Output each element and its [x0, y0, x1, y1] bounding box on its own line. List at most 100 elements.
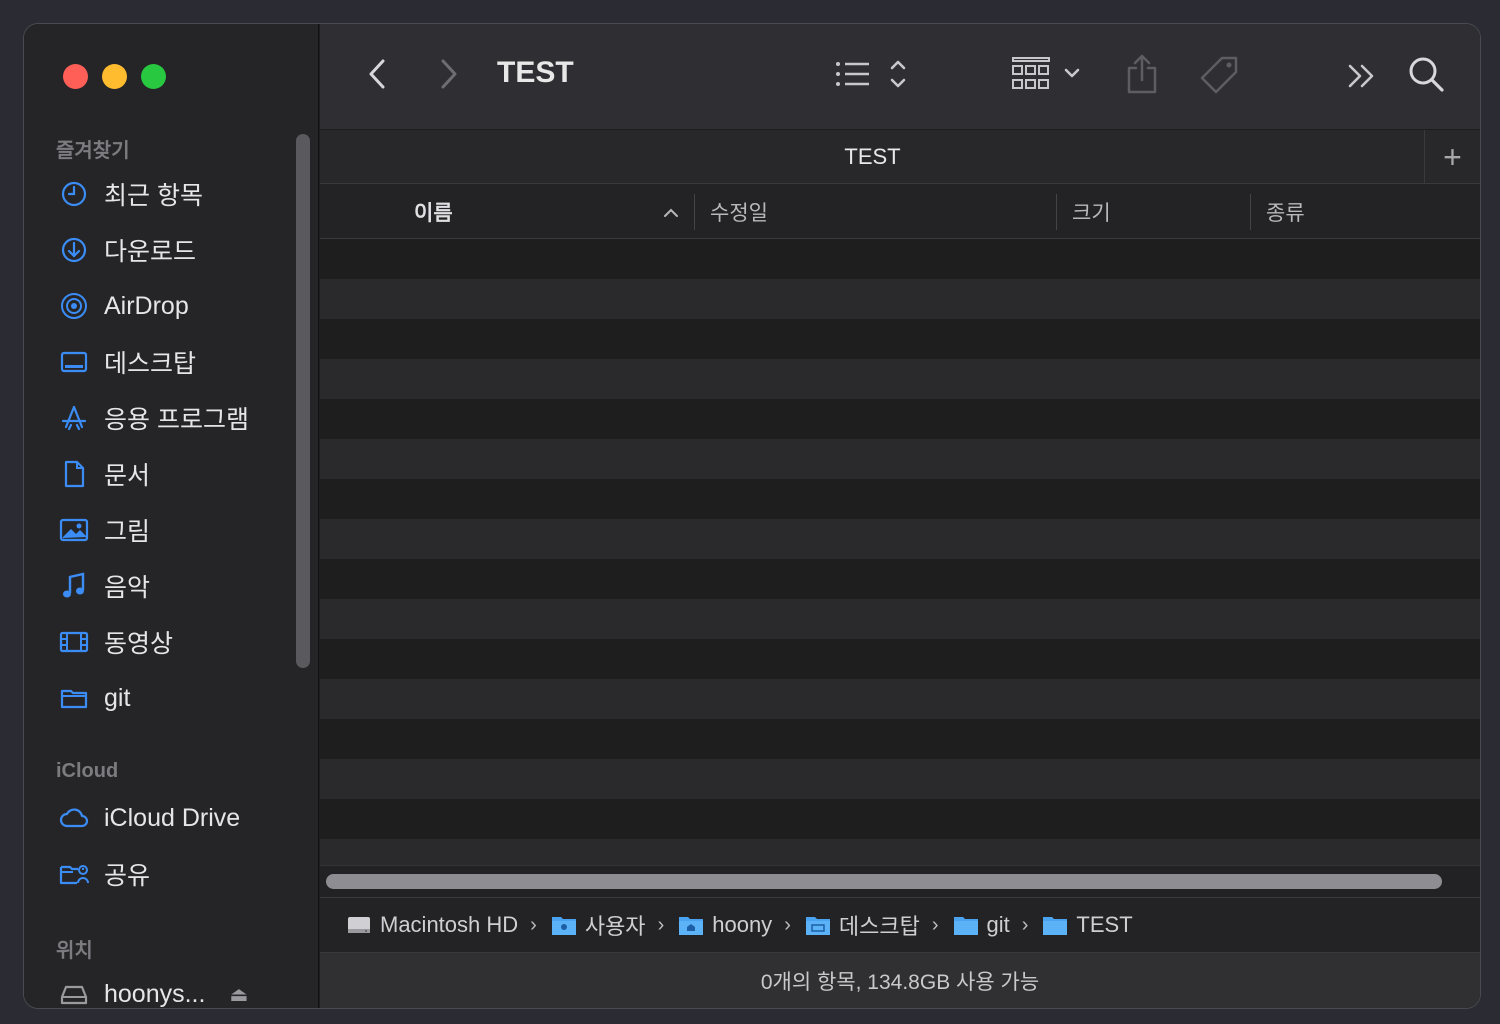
sidebar-item-disk[interactable]: hoonys... ⏏	[58, 974, 298, 1008]
sidebar-item-downloads[interactable]: 다운로드	[58, 230, 298, 270]
empty-row	[320, 519, 1480, 559]
path-item-test[interactable]: TEST	[1042, 912, 1133, 938]
sidebar-item-label: 데스크탑	[104, 350, 197, 378]
sidebar-item-label: 다운로드	[104, 238, 197, 266]
sidebar-item-label: AirDrop	[104, 291, 189, 320]
eject-icon[interactable]: ⏏	[229, 982, 248, 1007]
horizontal-scrollbar[interactable]	[320, 865, 1480, 897]
sidebar-scrollbar[interactable]	[296, 134, 310, 668]
column-kind-header[interactable]: 종류	[1266, 184, 1305, 239]
path-item-desktop[interactable]: 데스크탑 ›	[805, 909, 945, 941]
more-toolbar-button[interactable]	[1346, 60, 1378, 92]
sidebar-item-git[interactable]: git	[58, 678, 298, 718]
column-modified-header[interactable]: 수정일	[710, 184, 768, 239]
empty-row	[320, 279, 1480, 319]
empty-row	[320, 759, 1480, 799]
new-tab-button[interactable]: +	[1424, 130, 1480, 185]
minimize-window-button[interactable]	[102, 64, 127, 89]
window-title: TEST	[497, 56, 574, 89]
tab-test[interactable]: TEST	[320, 144, 1425, 170]
plus-icon: +	[1443, 139, 1462, 175]
path-item-hoony[interactable]: hoony ›	[678, 912, 797, 938]
empty-row	[320, 799, 1480, 839]
tag-icon	[1200, 56, 1238, 94]
forward-button[interactable]	[432, 57, 466, 91]
sidebar-item-label: 동영상	[104, 630, 174, 658]
chevron-left-icon	[369, 59, 385, 89]
column-divider[interactable]	[1250, 194, 1251, 230]
sidebar-item-label: 그림	[104, 518, 151, 546]
chevron-right-icon: ›	[530, 913, 537, 936]
view-options-button[interactable]	[832, 54, 912, 94]
desktop-icon	[58, 346, 90, 378]
empty-row	[320, 639, 1480, 679]
sidebar-item-pictures[interactable]: 그림	[58, 510, 298, 550]
path-item-git[interactable]: git ›	[953, 912, 1035, 938]
applications-icon	[58, 402, 90, 434]
chevron-right-icon: ›	[657, 913, 665, 936]
main-pane: TEST TEST + 이름 수정일 크기 종류 Macintosh HD › …	[320, 24, 1480, 1008]
toolbar: TEST	[320, 24, 1480, 129]
sidebar-item-label: iCloud Drive	[104, 803, 241, 832]
status-text: 0개의 항목, 134.8GB 사용 가능	[760, 970, 1040, 994]
list-view-icon	[836, 60, 906, 88]
music-icon	[58, 570, 90, 602]
airdrop-icon	[58, 290, 90, 322]
search-icon	[1409, 57, 1444, 92]
share-icon	[1127, 54, 1157, 94]
group-button[interactable]	[1010, 54, 1090, 94]
column-size-header[interactable]: 크기	[1072, 184, 1111, 239]
sidebar-item-applications[interactable]: 응용 프로그램	[58, 398, 298, 438]
empty-row	[320, 679, 1480, 719]
picture-icon	[58, 514, 90, 546]
sidebar-item-label: hoonys...	[104, 979, 206, 1008]
horizontal-scroll-thumb[interactable]	[326, 874, 1442, 889]
favorites-section-label: 즐겨찾기	[56, 140, 130, 162]
empty-row	[320, 839, 1480, 865]
sidebar-item-movies[interactable]: 동영상	[58, 622, 298, 662]
sidebar-item-icloud-drive[interactable]: iCloud Drive	[58, 798, 298, 838]
empty-row	[320, 439, 1480, 479]
sidebar-item-label: git	[104, 683, 131, 712]
sort-ascending-icon	[664, 208, 678, 217]
path-item-users[interactable]: 사용자 ›	[551, 909, 670, 941]
icloud-section-label: iCloud	[56, 760, 119, 782]
sidebar-item-label: 최근 항목	[104, 182, 203, 210]
users-folder-icon	[551, 917, 576, 935]
path-item-macintosh-hd[interactable]: Macintosh HD ›	[346, 912, 543, 938]
empty-row	[320, 719, 1480, 759]
finder-window: 즐겨찾기 최근 항목 다운로드 AirDrop 데스크탑 응용 프로그램 문서 …	[24, 24, 1480, 1008]
column-divider[interactable]	[694, 194, 695, 230]
folder-icon	[953, 917, 978, 935]
traffic-lights	[63, 64, 166, 89]
sidebar-item-music[interactable]: 음악	[58, 566, 298, 606]
chevron-right-icon: ›	[784, 913, 791, 936]
desktop-folder-icon	[805, 917, 830, 935]
chevron-right-icon	[441, 59, 457, 89]
sidebar-item-airdrop[interactable]: AirDrop	[58, 286, 298, 326]
sidebar: 즐겨찾기 최근 항목 다운로드 AirDrop 데스크탑 응용 프로그램 문서 …	[24, 24, 319, 1008]
search-button[interactable]	[1406, 54, 1446, 94]
shared-folder-icon	[58, 858, 90, 890]
sidebar-item-shared[interactable]: 공유	[58, 854, 298, 894]
download-icon	[58, 234, 90, 266]
sidebar-item-recents[interactable]: 최근 항목	[58, 174, 298, 214]
back-button[interactable]	[360, 57, 394, 91]
sidebar-item-documents[interactable]: 문서	[58, 454, 298, 494]
document-icon	[58, 458, 90, 490]
file-list[interactable]	[320, 239, 1480, 865]
column-name-header[interactable]: 이름	[414, 184, 694, 239]
tag-button[interactable]	[1198, 54, 1242, 98]
sidebar-item-label: 음악	[104, 574, 151, 602]
zoom-window-button[interactable]	[141, 64, 166, 89]
chevron-right-icon: ›	[931, 913, 939, 936]
tab-bar: TEST +	[320, 129, 1480, 185]
hard-disk-icon	[348, 917, 370, 933]
disk-icon	[58, 978, 90, 1008]
sidebar-item-desktop[interactable]: 데스크탑	[58, 342, 298, 382]
close-window-button[interactable]	[63, 64, 88, 89]
empty-row	[320, 479, 1480, 519]
share-button[interactable]	[1124, 52, 1160, 96]
column-divider[interactable]	[1056, 194, 1057, 230]
movie-icon	[58, 626, 90, 658]
